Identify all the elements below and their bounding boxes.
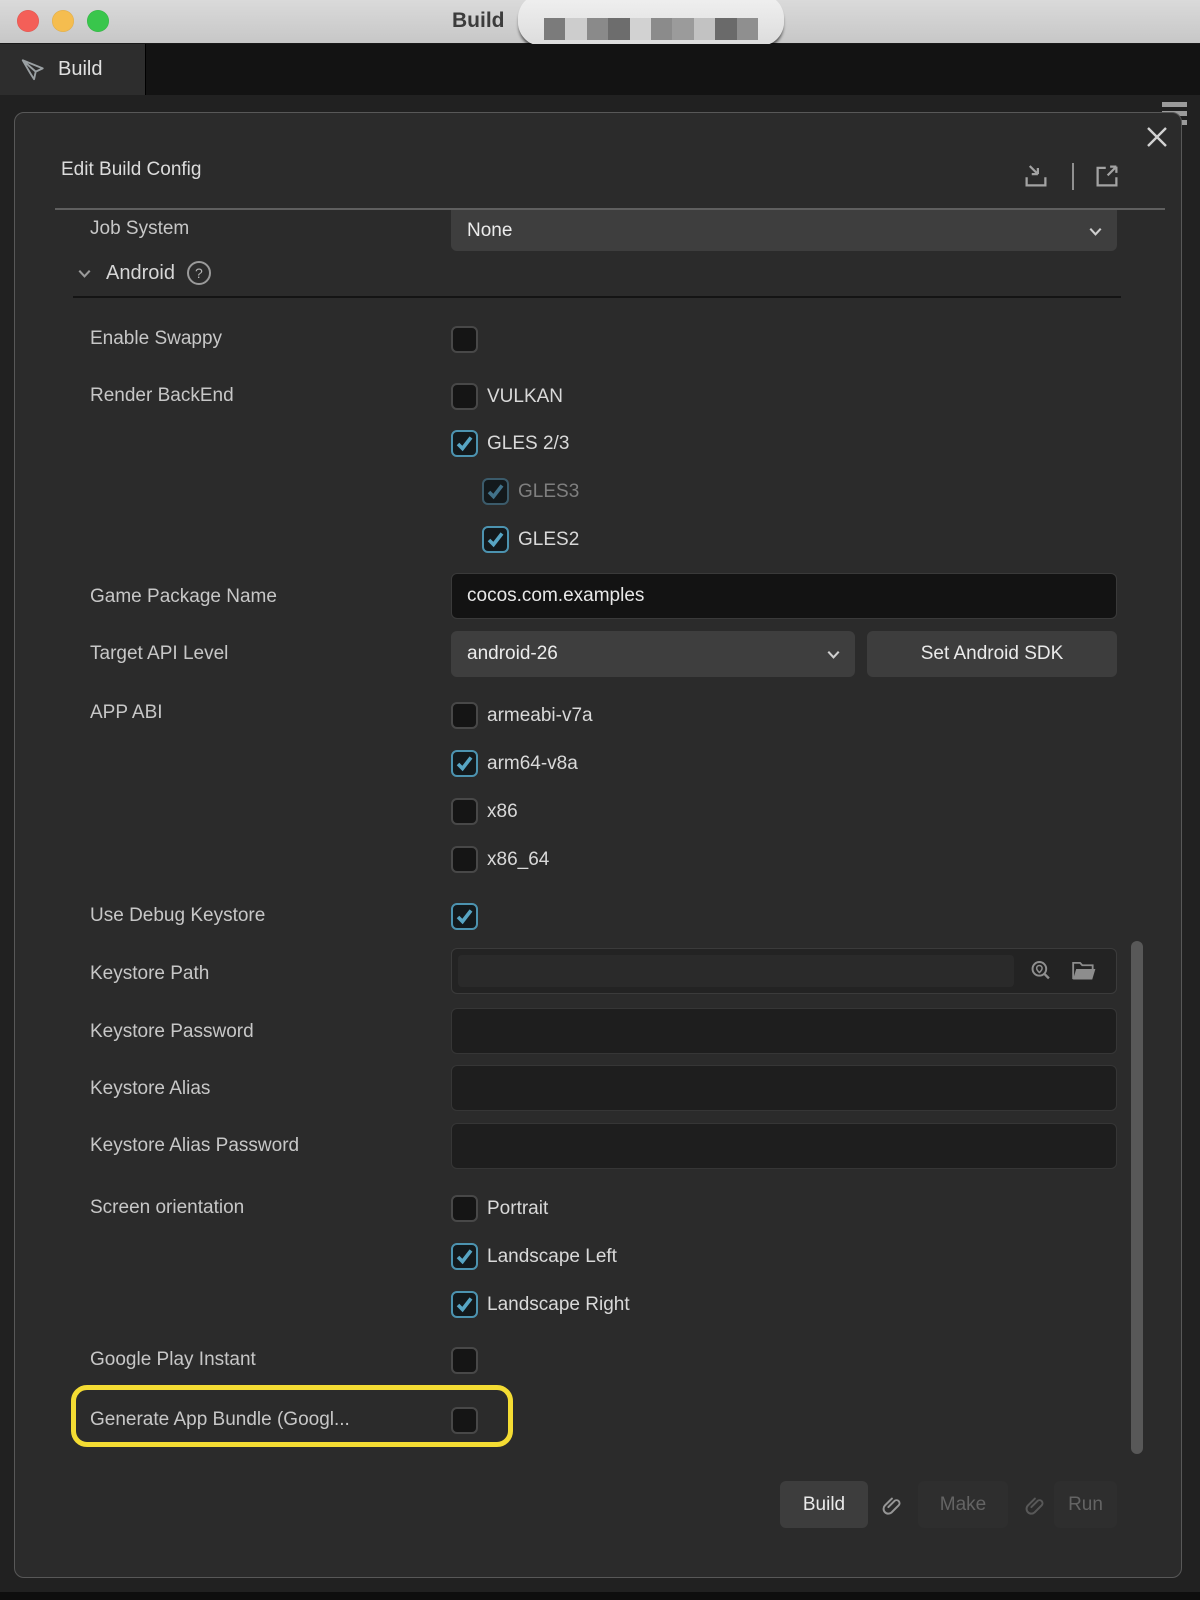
keystore-path-label: Keystore Path <box>90 961 209 987</box>
landscape-left-checkbox[interactable] <box>451 1243 478 1270</box>
arm64-v8a-checkbox[interactable] <box>451 750 478 777</box>
keystore-alias-label: Keystore Alias <box>90 1076 210 1102</box>
scrollbar-thumb[interactable] <box>1131 941 1143 1454</box>
gles23-label: GLES 2/3 <box>487 433 569 455</box>
section-android-label: Android <box>106 262 175 285</box>
close-window-button[interactable] <box>17 10 39 32</box>
gles3-label: GLES3 <box>518 481 579 503</box>
collapse-chevron-icon <box>75 264 94 283</box>
landscape-right-label: Landscape Right <box>487 1294 630 1316</box>
game-package-name-value: cocos.com.examples <box>467 585 644 607</box>
gles23-checkbox[interactable] <box>451 430 478 457</box>
use-debug-keystore-label: Use Debug Keystore <box>90 903 265 929</box>
x86-checkbox[interactable] <box>451 798 478 825</box>
tab-build[interactable]: Build <box>0 44 146 95</box>
zoom-window-button[interactable] <box>87 10 109 32</box>
use-debug-keystore-checkbox[interactable] <box>451 903 478 930</box>
job-system-value: None <box>467 220 512 242</box>
screen-orientation-label: Screen orientation <box>90 1195 244 1221</box>
run-button-label: Run <box>1068 1494 1103 1516</box>
enable-swappy-label: Enable Swappy <box>90 326 222 352</box>
link-build-make-icon <box>877 1491 905 1519</box>
make-button[interactable]: Make <box>918 1481 1008 1528</box>
armeabi-v7a-checkbox[interactable] <box>451 702 478 729</box>
keystore-alias-password-label: Keystore Alias Password <box>90 1133 299 1159</box>
help-circle-icon[interactable]: ? <box>187 261 211 285</box>
keystore-path-input[interactable] <box>458 955 1014 987</box>
google-play-instant-label: Google Play Instant <box>90 1347 256 1373</box>
job-system-select[interactable]: None <box>451 210 1117 251</box>
vulkan-checkbox[interactable] <box>451 383 478 410</box>
target-api-level-select[interactable]: android-26 <box>451 631 855 677</box>
enable-swappy-checkbox[interactable] <box>451 326 478 353</box>
tab-build-label: Build <box>58 58 102 81</box>
x86-64-label: x86_64 <box>487 849 549 871</box>
render-backend-label: Render BackEnd <box>90 383 234 409</box>
landscape-right-checkbox[interactable] <box>451 1291 478 1318</box>
keystore-alias-input[interactable] <box>451 1065 1117 1111</box>
make-button-label: Make <box>940 1494 986 1516</box>
keystore-password-input[interactable] <box>451 1008 1117 1054</box>
window-bottom-edge <box>0 1592 1200 1600</box>
section-android[interactable]: Android ? <box>75 261 211 285</box>
armeabi-v7a-label: armeabi-v7a <box>487 705 593 727</box>
gles2-label: GLES2 <box>518 529 579 551</box>
job-system-label: Job System <box>90 216 189 242</box>
header-separator <box>1072 163 1074 190</box>
tab-bar: Build <box>0 44 1200 95</box>
game-package-name-input[interactable]: cocos.com.examples <box>451 573 1117 619</box>
portrait-checkbox[interactable] <box>451 1195 478 1222</box>
gles2-checkbox[interactable] <box>482 526 509 553</box>
paper-plane-icon <box>20 57 46 83</box>
search-location-icon[interactable] <box>1026 956 1056 986</box>
run-button[interactable]: Run <box>1054 1481 1117 1528</box>
app-abi-label: APP ABI <box>90 700 163 726</box>
import-config-icon[interactable] <box>1020 160 1052 192</box>
minimize-window-button[interactable] <box>52 10 74 32</box>
build-button-label: Build <box>803 1494 845 1516</box>
set-android-sdk-label: Set Android SDK <box>921 643 1064 665</box>
close-icon[interactable] <box>1141 121 1173 153</box>
landscape-left-label: Landscape Left <box>487 1246 617 1268</box>
target-api-level-value: android-26 <box>467 643 558 665</box>
keystore-path-field <box>451 948 1117 994</box>
chevron-down-icon <box>1086 222 1105 241</box>
generate-app-bundle-label: Generate App Bundle (Googl... <box>90 1407 350 1433</box>
window-titlebar: Build <box>0 0 1200 44</box>
redacted-title-text <box>518 0 784 46</box>
game-package-name-label: Game Package Name <box>90 584 277 610</box>
google-play-instant-checkbox[interactable] <box>451 1347 478 1374</box>
section-divider <box>73 296 1121 298</box>
generate-app-bundle-checkbox[interactable] <box>451 1407 478 1434</box>
export-config-icon[interactable] <box>1091 160 1123 192</box>
arm64-v8a-label: arm64-v8a <box>487 753 578 775</box>
x86-64-checkbox[interactable] <box>451 846 478 873</box>
folder-open-icon[interactable] <box>1069 956 1099 986</box>
x86-label: x86 <box>487 801 518 823</box>
keystore-password-label: Keystore Password <box>90 1019 254 1045</box>
chevron-down-icon <box>824 645 843 664</box>
window-title: Build <box>452 9 505 33</box>
link-make-run-icon <box>1020 1491 1048 1519</box>
build-button[interactable]: Build <box>780 1481 868 1528</box>
keystore-alias-password-input[interactable] <box>451 1123 1117 1169</box>
gles3-checkbox <box>482 478 509 505</box>
set-android-sdk-button[interactable]: Set Android SDK <box>867 631 1117 677</box>
dialog-title: Edit Build Config <box>61 159 201 181</box>
vulkan-label: VULKAN <box>487 386 563 408</box>
target-api-level-label: Target API Level <box>90 641 228 667</box>
portrait-label: Portrait <box>487 1198 548 1220</box>
edit-build-config-dialog: Edit Build Config Job System None Androi… <box>14 112 1182 1578</box>
